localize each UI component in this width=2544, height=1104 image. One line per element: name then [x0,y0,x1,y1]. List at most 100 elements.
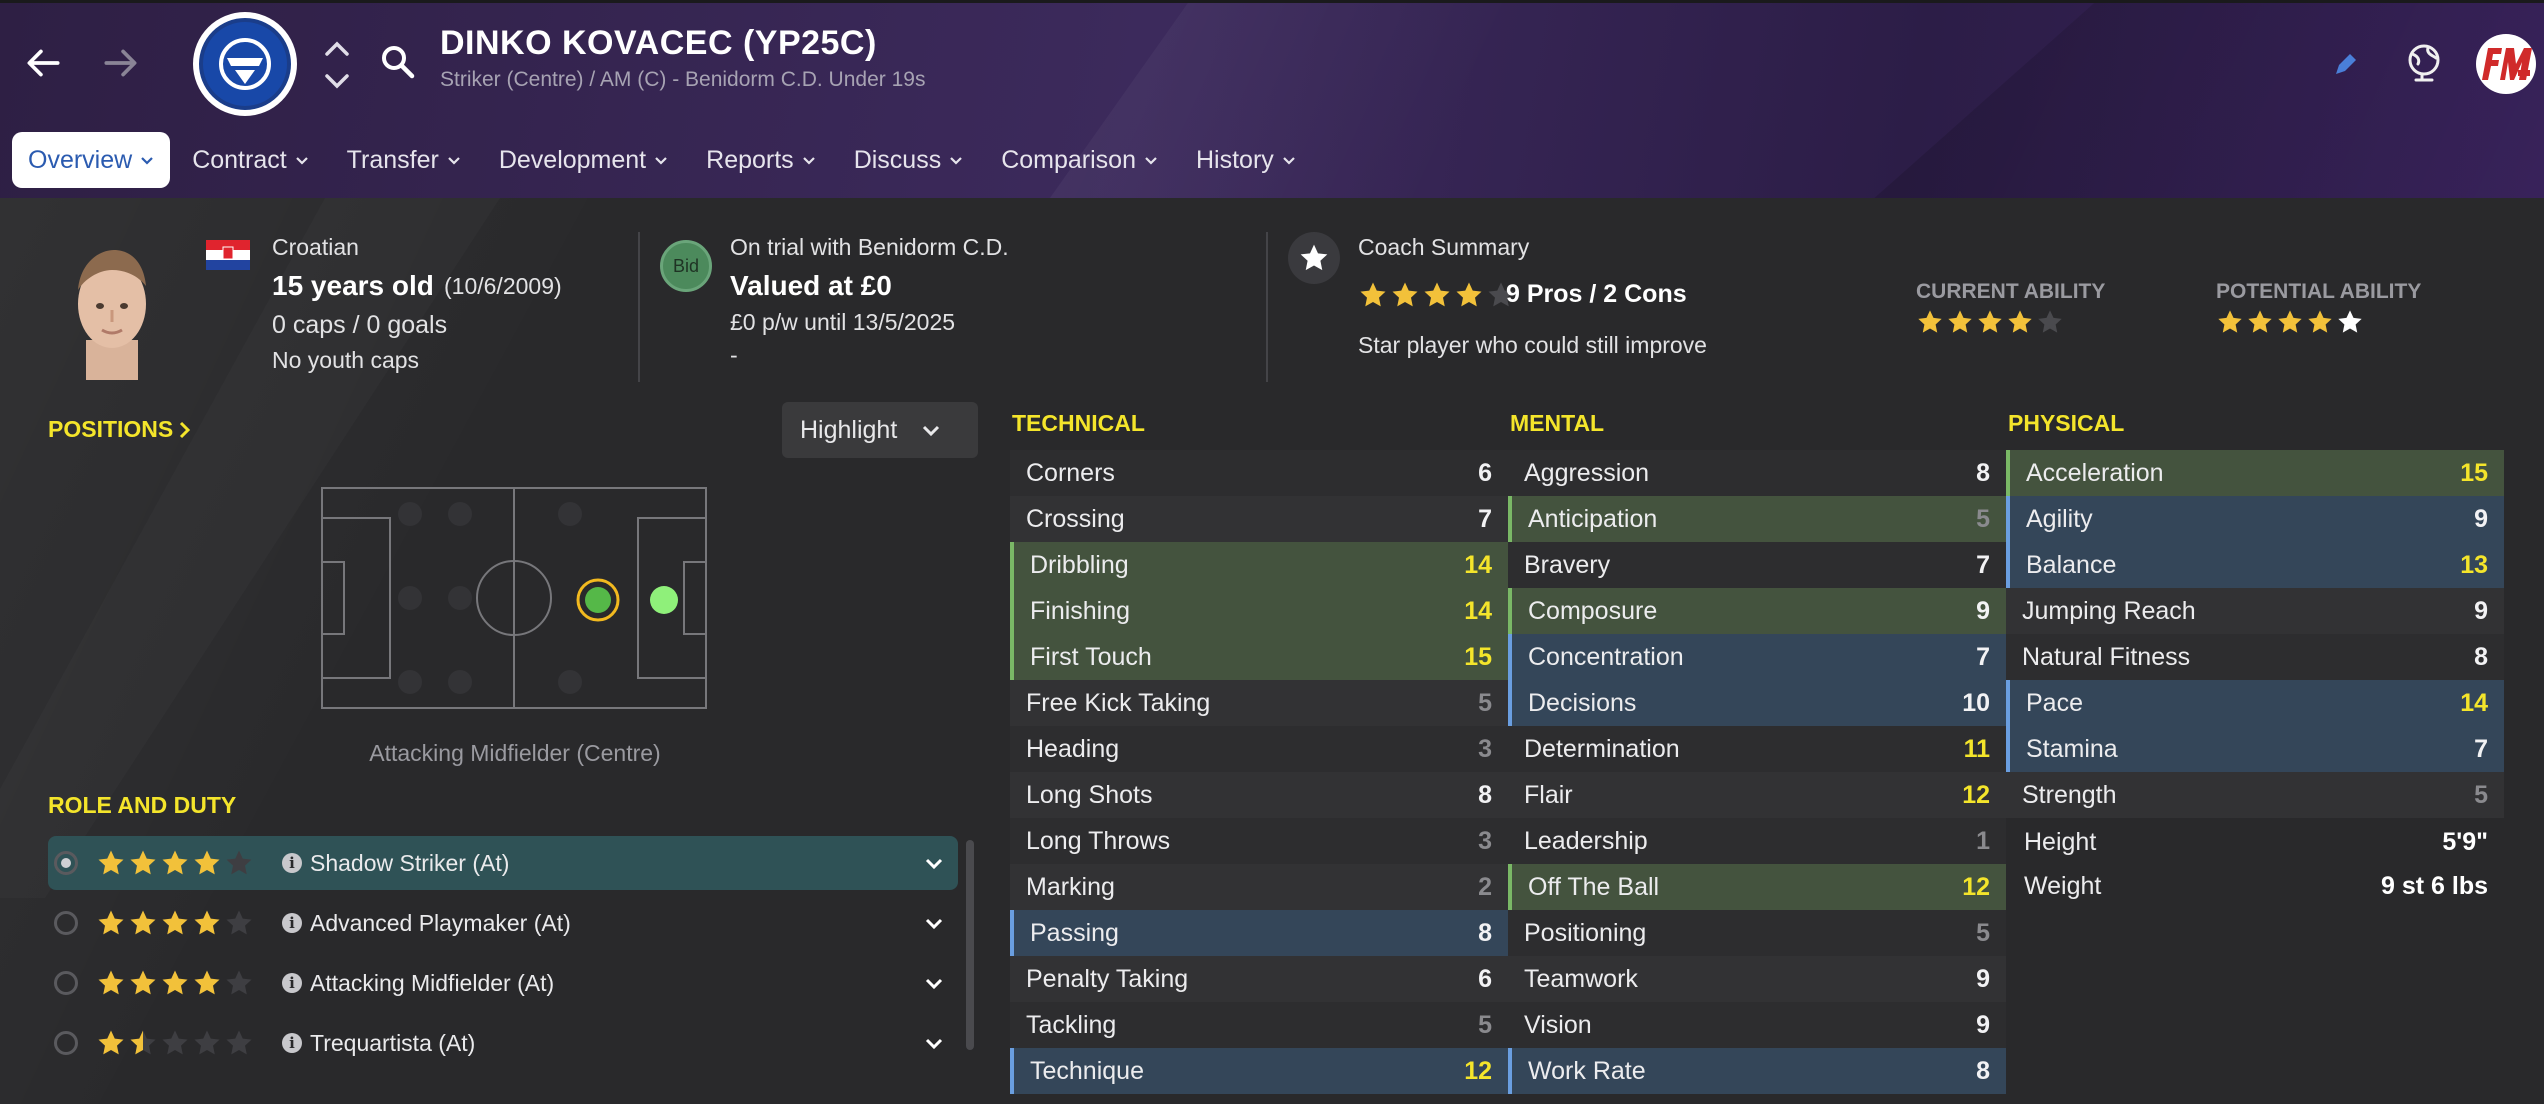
role-radio[interactable] [54,971,78,995]
attribute-row[interactable]: Off The Ball 12 [1508,864,2006,910]
attribute-row[interactable]: Marking 2 [1010,864,1508,910]
attribute-row[interactable]: Teamwork 9 [1508,956,2006,1002]
player-switch-icon[interactable] [322,36,352,94]
tab-overview[interactable]: Overview [12,132,171,188]
divider [1266,232,1268,382]
current-ability-label: CURRENT ABILITY [1916,280,2106,303]
attribute-row[interactable]: Dribbling 14 [1010,542,1508,588]
role-radio[interactable] [54,1031,78,1055]
tab-development[interactable]: Development [483,132,684,188]
attribute-row[interactable]: Crossing 7 [1010,496,1508,542]
attribute-row[interactable]: Anticipation 5 [1508,496,2006,542]
attribute-value: 7 [1976,550,1990,579]
attribute-row[interactable]: Balance 13 [2006,542,2504,588]
tab-comparison[interactable]: Comparison [985,132,1174,188]
attribute-name: Stamina [2026,734,2118,763]
position-marker-st-c[interactable] [650,586,678,614]
tab-label: Reports [706,145,794,174]
role-radio[interactable] [54,851,78,875]
tab-reports[interactable]: Reports [690,132,832,188]
rating-star-icon [162,910,188,935]
tab-contract[interactable]: Contract [176,132,324,188]
attribute-row[interactable]: Decisions 10 [1508,680,2006,726]
role-stars [96,908,256,938]
rating-star-icon [1918,310,1942,333]
attribute-row[interactable]: Agility 9 [2006,496,2504,542]
role-row[interactable]: i Attacking Midfielder (At) [48,956,958,1010]
attribute-row[interactable]: Work Rate 8 [1508,1048,2006,1094]
attribute-row[interactable]: Concentration 7 [1508,634,2006,680]
potential-ability-stars [2216,308,2366,336]
chevron-down-icon[interactable] [924,973,944,993]
tab-history[interactable]: History [1180,132,1312,188]
fm-logo[interactable] [2476,34,2536,94]
chevron-down-icon[interactable] [924,913,944,933]
position-marker-am-c[interactable] [585,587,611,613]
positions-link[interactable]: POSITIONS [48,416,193,443]
attribute-name: Off The Ball [1528,872,1660,901]
pros-cons[interactable]: 9 Pros / 2 Cons [1506,280,1687,309]
forward-button[interactable] [96,38,146,88]
info-icon[interactable]: i [282,853,302,873]
attribute-row[interactable]: Penalty Taking 6 [1010,956,1508,1002]
attribute-row[interactable]: Vision 9 [1508,1002,2006,1048]
roles-scrollbar[interactable] [966,840,974,1050]
info-icon[interactable]: i [282,913,302,933]
attribute-row[interactable]: Long Throws 3 [1010,818,1508,864]
tab-label: Transfer [346,145,439,174]
tab-transfer[interactable]: Transfer [331,132,477,188]
attribute-row[interactable]: Aggression 8 [1508,450,2006,496]
attribute-row[interactable]: Flair 12 [1508,772,2006,818]
rating-star-icon [162,850,188,875]
back-button[interactable] [18,38,68,88]
attribute-row[interactable]: Positioning 5 [1508,910,2006,956]
globe-icon[interactable] [2402,40,2446,84]
club-crest-icon [219,38,271,90]
attribute-name: Teamwork [1524,964,1638,993]
role-radio[interactable] [54,911,78,935]
info-icon[interactable]: i [282,973,302,993]
attribute-name: First Touch [1030,642,1152,671]
info-icon[interactable]: i [282,1033,302,1053]
role-row[interactable]: i Shadow Striker (At) [48,836,958,890]
attribute-row[interactable]: Bravery 7 [1508,542,2006,588]
tab-discuss[interactable]: Discuss [838,132,980,188]
attribute-row[interactable]: Stamina 7 [2006,726,2504,772]
attribute-row[interactable]: Natural Fitness 8 [2006,634,2504,680]
attribute-row[interactable]: Corners 6 [1010,450,1508,496]
bid-button[interactable]: Bid [660,240,712,292]
attribute-row[interactable]: Finishing 14 [1010,588,1508,634]
attribute-name: Marking [1026,872,1115,901]
search-icon[interactable] [378,42,418,82]
tab-label: Overview [28,145,133,174]
highlight-dropdown[interactable]: Highlight [782,402,978,458]
role-row[interactable]: i Advanced Playmaker (At) [48,896,958,950]
attribute-value: 9 [1976,1010,1990,1039]
role-row[interactable]: i Trequartista (At) [48,1016,958,1070]
rating-star-icon [2008,310,2032,333]
header-decoration [1874,0,2544,198]
attribute-row[interactable]: Long Shots 8 [1010,772,1508,818]
pitch-diagram [321,487,707,709]
attribute-row[interactable]: Tackling 5 [1010,1002,1508,1048]
attribute-row[interactable]: Jumping Reach 9 [2006,588,2504,634]
attribute-row[interactable]: First Touch 15 [1010,634,1508,680]
attribute-row[interactable]: Strength 5 [2006,772,2504,818]
edit-icon[interactable] [2332,52,2358,78]
rating-star-icon [98,970,124,995]
attribute-row[interactable]: Passing 8 [1010,910,1508,956]
chevron-down-icon[interactable] [924,1033,944,1053]
attribute-row[interactable]: Free Kick Taking 5 [1010,680,1508,726]
club-badge[interactable] [193,12,297,116]
role-stars [96,968,256,998]
attribute-row[interactable]: Acceleration 15 [2006,450,2504,496]
attribute-row[interactable]: Determination 11 [1508,726,2006,772]
chevron-down-icon[interactable] [924,853,944,873]
player-name: DINKO KOVACEC (YP25C) [440,24,877,62]
attribute-row[interactable]: Technique 12 [1010,1048,1508,1094]
attribute-row[interactable]: Pace 14 [2006,680,2504,726]
attribute-row[interactable]: Composure 9 [1508,588,2006,634]
attribute-row[interactable]: Heading 3 [1010,726,1508,772]
attribute-row[interactable]: Leadership 1 [1508,818,2006,864]
rating-star-icon [2338,310,2362,333]
